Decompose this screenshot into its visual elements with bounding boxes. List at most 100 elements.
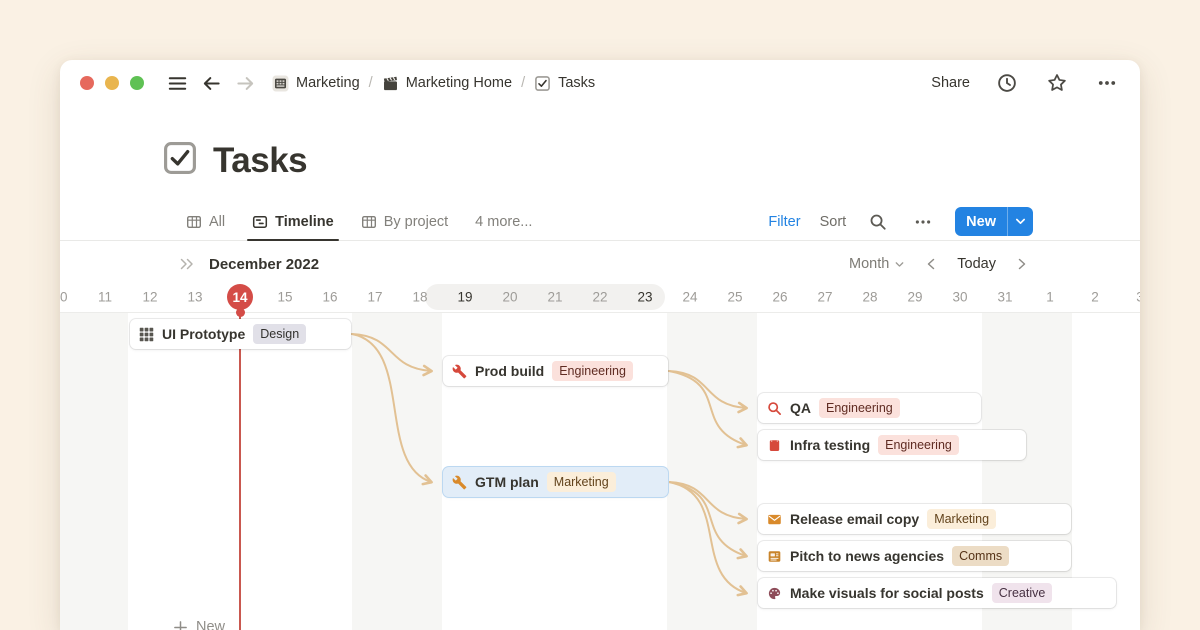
task-tag: Design [253,324,306,344]
filter-button[interactable]: Filter [768,214,800,230]
sort-button[interactable]: Sort [820,214,847,230]
date-cell[interactable]: 23 [637,290,652,305]
wrench-icon [452,475,467,490]
close-window-button[interactable] [80,76,94,90]
task-card-pitch-to-news-agencies[interactable]: Pitch to news agenciesComms [758,541,1071,571]
tab-label: All [209,214,225,230]
share-button[interactable]: Share [931,75,970,91]
tab-all[interactable]: All [186,203,225,240]
date-cell[interactable]: 30 [952,290,967,305]
new-task-label: New [196,619,225,630]
tab-4-more-[interactable]: 4 more... [475,203,532,240]
task-card-make-visuals-for-social-posts[interactable]: Make visuals for social posts Creative [758,578,1116,608]
tab-timeline[interactable]: Timeline [252,203,334,240]
view-toolbar: Filter Sort New [768,207,1033,236]
task-card-infra-testing[interactable]: Infra testingEngineering [758,430,1026,460]
task-tag: Creative [992,583,1053,603]
date-cell[interactable]: 1 [1046,290,1054,305]
date-cell[interactable]: 11 [98,290,112,305]
table-icon [186,214,202,230]
task-card-ui-prototype[interactable]: UI PrototypeDesign [130,319,351,349]
weekend-band [60,313,128,630]
date-cell[interactable]: 18 [412,290,427,305]
date-cell[interactable]: 10 [60,290,68,305]
view-tabs-row: All Timeline By project 4 more... Filter So… [60,203,1140,241]
breadcrumb-label: Tasks [558,75,595,91]
month-label: December 2022 [209,256,319,273]
date-cell[interactable]: 16 [322,290,337,305]
task-name: QA [790,400,811,416]
tab-label: 4 more... [475,214,532,230]
task-name: Pitch to news agencies [790,548,944,564]
chevron-left-icon[interactable] [925,257,937,271]
date-cell[interactable]: 13 [187,290,202,305]
date-cell[interactable]: 25 [727,290,742,305]
task-card-release-email-copy[interactable]: Release email copyMarketing [758,504,1071,534]
date-cell[interactable]: 3 [1136,290,1140,305]
back-arrow-icon[interactable] [198,70,224,96]
timeline-controls: Month Today [849,256,1028,272]
notion-window: Marketing/Marketing Home/Tasks Share Tas… [60,60,1140,630]
date-cell[interactable]: 28 [862,290,877,305]
today-button[interactable]: Today [957,256,996,272]
weekend-band [352,313,442,630]
timeline-header: December 2022 Month Today [60,246,1140,282]
breadcrumb: Marketing/Marketing Home/Tasks [268,73,599,94]
weekend-band [667,313,757,630]
new-button[interactable]: New [955,207,1033,236]
task-card-prod-build[interactable]: Prod buildEngineering [443,356,668,386]
board-icon [272,75,289,92]
news-icon [767,549,782,564]
date-cell[interactable]: 21 [547,290,562,305]
hamburger-menu-icon[interactable] [164,70,190,96]
date-cell[interactable]: 19 [457,290,472,305]
new-task-row[interactable]: New [173,619,225,630]
minimize-window-button[interactable] [105,76,119,90]
task-name: Release email copy [790,511,919,527]
date-cell[interactable]: 17 [367,290,382,305]
date-cell[interactable]: 14 [227,284,253,310]
box-icon [767,438,782,453]
more-options-icon[interactable] [1094,70,1120,96]
date-cell[interactable]: 24 [682,290,697,305]
task-name: GTM plan [475,474,539,490]
maximize-window-button[interactable] [130,76,144,90]
date-cell[interactable]: 15 [277,290,292,305]
view-more-icon[interactable] [910,209,936,235]
star-icon[interactable] [1044,70,1070,96]
date-cell[interactable]: 2 [1091,290,1099,305]
task-card-gtm-plan[interactable]: GTM plan Marketing [443,467,668,497]
date-cell[interactable]: 12 [142,290,157,305]
search-icon[interactable] [865,209,891,235]
chevron-down-icon[interactable] [1008,207,1033,236]
breadcrumb-item[interactable]: Marketing [268,73,364,94]
task-name: Make visuals for social posts [790,585,984,601]
date-cell[interactable]: 22 [592,290,607,305]
double-chevron-right-icon[interactable] [174,251,200,277]
new-button-label[interactable]: New [955,214,1007,230]
breadcrumb-item[interactable]: Marketing Home [378,73,516,94]
view-tabs: All Timeline By project 4 more... [186,203,559,240]
zoom-select-value[interactable]: Month [849,256,889,272]
timeline-icon [252,214,268,230]
tab-label: Timeline [275,214,334,230]
task-card-qa[interactable]: QAEngineering [758,393,981,423]
date-cell[interactable]: 26 [772,290,787,305]
task-tag: Marketing [547,472,616,492]
today-dot [236,308,245,317]
tab-by-project[interactable]: By project [361,203,448,240]
zoom-select[interactable]: Month [849,256,905,272]
date-cell[interactable]: 20 [502,290,517,305]
date-cell[interactable]: 31 [997,290,1012,305]
forward-arrow-icon[interactable] [232,70,258,96]
search-icon [767,401,782,416]
date-cell[interactable]: 29 [907,290,922,305]
date-cell[interactable]: 27 [817,290,832,305]
plus-icon [173,620,188,630]
tab-label: By project [384,214,448,230]
titlebar: Marketing/Marketing Home/Tasks Share [60,60,1140,106]
breadcrumb-item[interactable]: Tasks [530,73,599,94]
task-tag: Engineering [878,435,959,455]
chevron-right-icon[interactable] [1016,257,1028,271]
clock-icon[interactable] [994,70,1020,96]
